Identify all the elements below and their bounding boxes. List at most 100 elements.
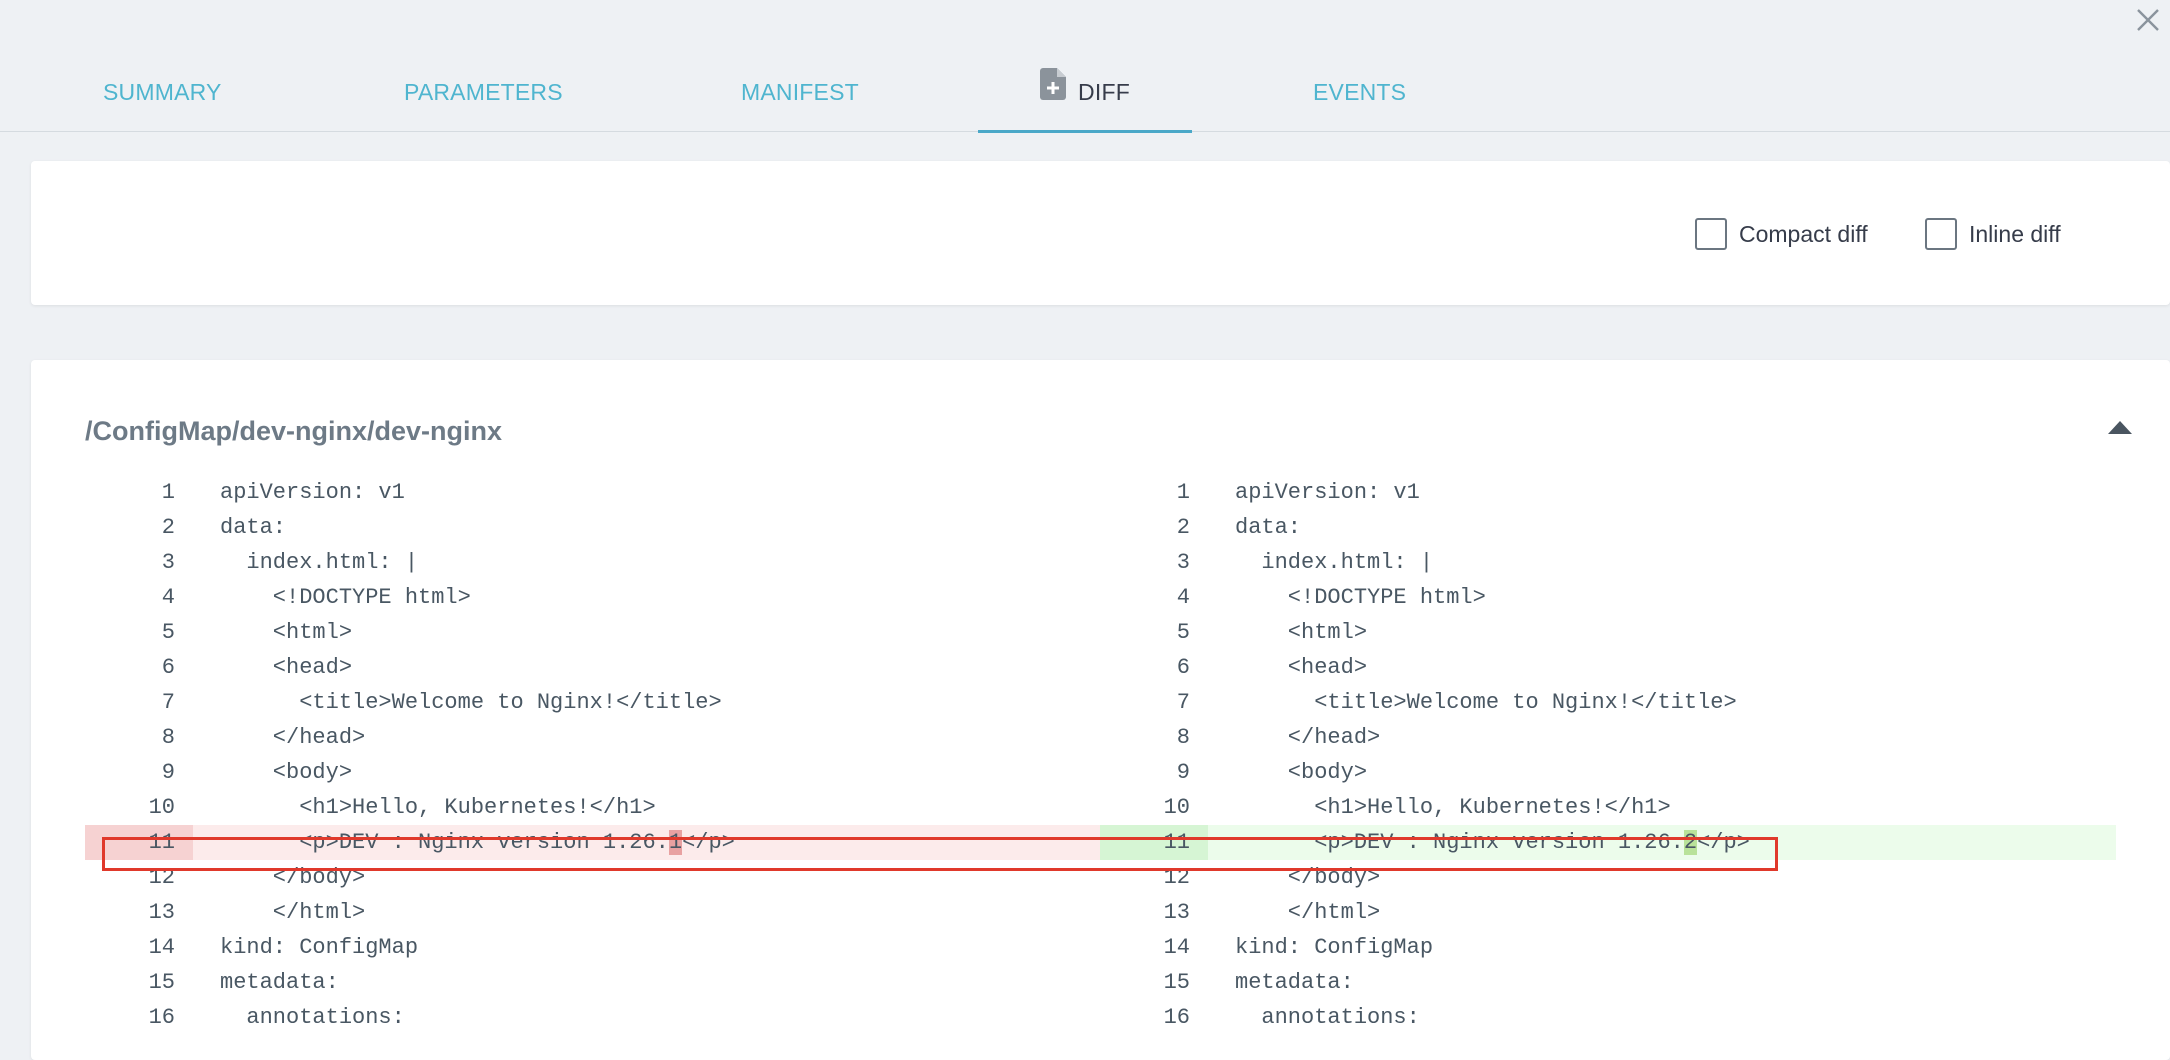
line-number: 8 [161, 725, 175, 750]
line-number: 13 [1163, 900, 1190, 925]
code-text: </body> [1235, 865, 1381, 890]
diff-line: 16 annotations: [85, 1000, 1101, 1035]
diff-line: 16 annotations: [1100, 1000, 2116, 1035]
tab-summary[interactable]: SUMMARY [103, 70, 222, 130]
resource-diff-panel: /ConfigMap/dev-nginx/dev-nginx 1 apiVersi… [31, 360, 2170, 1060]
code-text: <html> [1235, 620, 1368, 645]
diff-line: 13 </html> [1100, 895, 2116, 930]
line-number: 10 [1163, 795, 1190, 820]
changed-characters: 2 [1683, 830, 1698, 855]
diff-line: 5 <html> [1100, 615, 2116, 650]
code-text: index.html: | [220, 550, 419, 575]
code-text-unchanged: <p>DEV : Nginx version 1.26. [220, 830, 669, 855]
code-text: <!DOCTYPE html> [220, 585, 471, 610]
compact-diff-toggle[interactable]: Compact diff [1695, 216, 1868, 252]
code-text: data: [220, 515, 287, 540]
diff-line: 6 <head> [1100, 650, 2116, 685]
line-number: 6 [161, 655, 175, 680]
code-text: <html> [220, 620, 353, 645]
line-number: 5 [1176, 620, 1190, 645]
diff-options-panel: Compact diff Inline diff [31, 161, 2170, 305]
diff-line: 8 </head> [85, 720, 1101, 755]
diff-line: 9 <body> [1100, 755, 2116, 790]
diff-line: 14 kind: ConfigMap [1100, 930, 2116, 965]
code-text: <body> [220, 760, 353, 785]
code-text-unchanged: </p> [1697, 830, 1750, 855]
line-number: 10 [148, 795, 175, 820]
line-number: 2 [1176, 515, 1190, 540]
line-number: 4 [161, 585, 175, 610]
diff-line: 7 <title>Welcome to Nginx!</title> [1100, 685, 2116, 720]
tab-manifest[interactable]: MANIFEST [741, 70, 859, 130]
code-text: metadata: [220, 970, 339, 995]
tab-events[interactable]: EVENTS [1313, 70, 1406, 130]
code-text: <body> [1235, 760, 1368, 785]
code-text: <title>Welcome to Nginx!</title> [1235, 690, 1737, 715]
code-text: <h1>Hello, Kubernetes!</h1> [220, 795, 656, 820]
diff-right-pane: 1 apiVersion: v1 2 data: 3 index.html: | 4 <!… [1100, 475, 2116, 1035]
tab-bar: SUMMARY PARAMETERS MANIFEST DIFF EVENTS [0, 0, 2170, 133]
code-text: kind: ConfigMap [220, 935, 419, 960]
diff-line: 3 index.html: | [85, 545, 1101, 580]
code-text: kind: ConfigMap [1235, 935, 1434, 960]
code-text: annotations: [1235, 1005, 1420, 1030]
diff-line: 10 <h1>Hello, Kubernetes!</h1> [85, 790, 1101, 825]
line-number: 11 [1100, 825, 1208, 860]
inline-diff-checkbox[interactable] [1925, 218, 1957, 250]
file-plus-icon [1040, 67, 1067, 114]
code-text-unchanged: <p>DEV : Nginx version 1.26. [1235, 830, 1684, 855]
diff-line: 6 <head> [85, 650, 1101, 685]
line-number: 4 [1176, 585, 1190, 610]
diff-line: 2 data: [85, 510, 1101, 545]
compact-diff-checkbox[interactable] [1695, 218, 1727, 250]
diff-line: 12 </body> [85, 860, 1101, 895]
tab-parameters[interactable]: PARAMETERS [404, 70, 563, 130]
code-text: annotations: [220, 1005, 405, 1030]
line-number: 11 [85, 825, 193, 860]
code-text: apiVersion: v1 [1235, 480, 1420, 505]
tab-diff[interactable]: DIFF [978, 67, 1192, 133]
line-number: 14 [1163, 935, 1190, 960]
diff-line: 11 <p>DEV : Nginx version 1.26.2</p> [1100, 825, 2116, 860]
line-number: 1 [1176, 480, 1190, 505]
diff-line: 9 <body> [85, 755, 1101, 790]
code-text: metadata: [1235, 970, 1354, 995]
diff-line: 2 data: [1100, 510, 2116, 545]
code-text: <title>Welcome to Nginx!</title> [220, 690, 722, 715]
tab-diff-label: DIFF [1078, 79, 1130, 105]
line-number: 6 [1176, 655, 1190, 680]
line-number: 14 [148, 935, 175, 960]
line-number: 3 [1176, 550, 1190, 575]
diff-line: 5 <html> [85, 615, 1101, 650]
code-text: apiVersion: v1 [220, 480, 405, 505]
line-number: 7 [1176, 690, 1190, 715]
line-number: 3 [161, 550, 175, 575]
diff-line: 3 index.html: | [1100, 545, 2116, 580]
diff-line: 4 <!DOCTYPE html> [1100, 580, 2116, 615]
code-text: </body> [220, 865, 366, 890]
line-number: 16 [1163, 1005, 1190, 1030]
inline-diff-label: Inline diff [1969, 220, 2061, 247]
line-number: 12 [148, 865, 175, 890]
code-text: <p>DEV : Nginx version 1.26.2</p> [1235, 825, 1750, 860]
line-number: 13 [148, 900, 175, 925]
line-number: 9 [1176, 760, 1190, 785]
code-text: <!DOCTYPE html> [1235, 585, 1486, 610]
collapse-icon[interactable] [2108, 420, 2132, 439]
code-text: <p>DEV : Nginx version 1.26.1</p> [220, 825, 735, 860]
code-text: index.html: | [1235, 550, 1434, 575]
diff-left-pane: 1 apiVersion: v1 2 data: 3 index.html: | 4 <!… [85, 475, 1101, 1035]
line-number: 12 [1163, 865, 1190, 890]
line-number: 15 [148, 970, 175, 995]
resource-title: /ConfigMap/dev-nginx/dev-nginx [85, 416, 502, 446]
diff-line: 1 apiVersion: v1 [1100, 475, 2116, 510]
code-text: </html> [1235, 900, 1381, 925]
code-text: <head> [1235, 655, 1368, 680]
inline-diff-toggle[interactable]: Inline diff [1925, 216, 2061, 252]
line-number: 16 [148, 1005, 175, 1030]
diff-line: 12 </body> [1100, 860, 2116, 895]
code-text: <h1>Hello, Kubernetes!</h1> [1235, 795, 1671, 820]
diff-line: 1 apiVersion: v1 [85, 475, 1101, 510]
diff-line: 15 metadata: [85, 965, 1101, 1000]
diff-line: 4 <!DOCTYPE html> [85, 580, 1101, 615]
